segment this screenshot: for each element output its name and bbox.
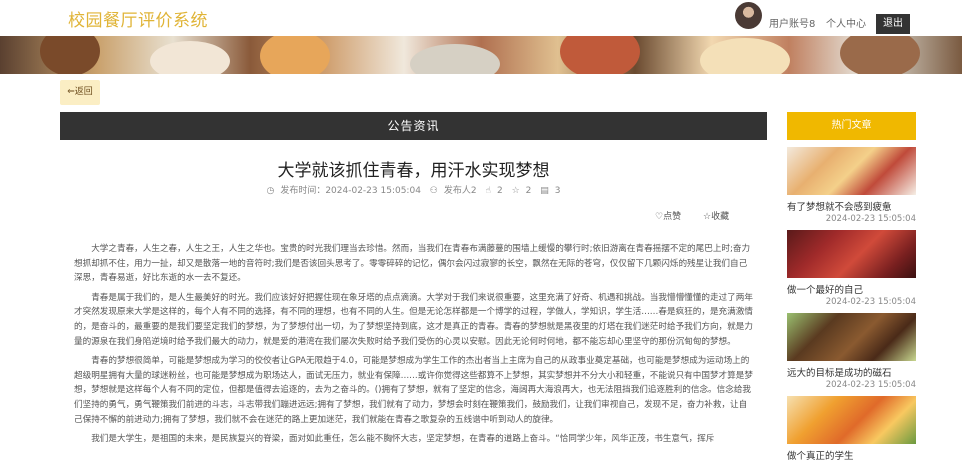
- hot-article-item[interactable]: 做一个最好的自己 2024-02-23 15:05:04: [787, 230, 916, 307]
- hot-article-date: 2024-02-23 15:05:04: [825, 380, 916, 390]
- article-paragraph: 青春是属于我们的，是人生最美好的时光。我们应该好好把握住现在象牙塔的点点滴滴。大…: [74, 292, 753, 347]
- hot-article-image[interactable]: [787, 147, 916, 195]
- hot-article-image[interactable]: [787, 230, 916, 278]
- hot-article-title[interactable]: 远大的目标是成功的磁石: [787, 365, 916, 379]
- banner-food-shape: [560, 36, 640, 74]
- hot-article-image[interactable]: [787, 396, 916, 444]
- hot-article-date: 2024-02-23 15:05:04: [825, 214, 916, 224]
- collect-button[interactable]: ☆收藏: [703, 209, 729, 222]
- hot-article-item[interactable]: 有了梦想就不会感到疲惫 2024-02-23 15:05:04: [787, 147, 916, 224]
- heart-icon: ♡: [655, 212, 664, 222]
- hot-article-title[interactable]: 做个真正的学生: [787, 448, 916, 462]
- user-account-link[interactable]: 用户账号8: [769, 15, 815, 30]
- banner-food-shape: [700, 38, 790, 74]
- hot-article-item[interactable]: 做个真正的学生: [787, 396, 916, 463]
- hot-article-date: 2024-02-23 15:05:04: [825, 297, 916, 307]
- publisher: 发布人2: [443, 186, 477, 196]
- hot-article-title[interactable]: 有了梦想就不会感到疲惫: [787, 199, 916, 213]
- article-content: 大学之青春，人生之春，人生之王，人生之华也。宝贵的时光我们理当去珍惜。然而，当我…: [74, 242, 754, 452]
- site-title[interactable]: 校园餐厅评价系统: [68, 6, 208, 31]
- collect-label: 收藏: [711, 212, 730, 222]
- star-icon: ☆: [703, 212, 712, 222]
- banner-food-shape: [840, 36, 920, 74]
- comment-count: 3: [554, 186, 561, 196]
- thumb-icon: ☝: [485, 186, 491, 196]
- banner-food-shape: [410, 44, 500, 74]
- back-button[interactable]: ⇐返回: [60, 80, 100, 105]
- like-button[interactable]: ♡点赞: [655, 209, 681, 222]
- hot-article-image[interactable]: [787, 313, 916, 361]
- logout-button[interactable]: 退出: [876, 14, 910, 34]
- section-header: 公告资讯: [60, 112, 767, 140]
- user-icon: ⚇: [429, 186, 438, 196]
- comment-icon: ▤: [540, 186, 549, 196]
- like-count: 2: [496, 186, 503, 196]
- avatar[interactable]: [735, 2, 762, 29]
- clock-icon: ◷: [266, 186, 275, 196]
- article-title: 大学就该抓住青春，用汗水实现梦想: [277, 161, 550, 181]
- star-icon: ☆: [511, 186, 520, 196]
- banner-food-shape: [150, 41, 230, 74]
- favorite-count: 2: [525, 186, 532, 196]
- article-paragraph: 我们是大学生，是祖国的未来，是民族复兴的脊梁，面对如此重任，怎么能不胸怀大志，坚…: [91, 434, 715, 445]
- publish-time: 发布时间：2024-02-23 15:05:04: [280, 186, 421, 196]
- hot-article-item[interactable]: 远大的目标是成功的磁石 2024-02-23 15:05:04: [787, 313, 916, 390]
- article-meta: ◷ 发布时间：2024-02-23 15:05:04 ⚇ 发布人2 ☝ 2 ☆ 2 ▤ 3: [60, 183, 767, 196]
- food-banner: [0, 36, 962, 74]
- personal-center-link[interactable]: 个人中心: [826, 15, 866, 30]
- top-bar: 校园餐厅评价系统 用户账号8 个人中心 退出: [0, 0, 962, 36]
- like-label: 点赞: [663, 212, 682, 222]
- hot-article-title[interactable]: 做一个最好的自己: [787, 282, 916, 296]
- banner-food-shape: [260, 36, 330, 74]
- article-paragraph: 大学之青春，人生之春，人生之王，人生之华也。宝贵的时光我们理当去珍惜。然而，当我…: [74, 244, 751, 284]
- article-paragraph: 青春的梦想很简单，可能是梦想成为学习的佼佼者让GPA无限趋于4.0，可能是梦想成…: [74, 356, 753, 425]
- hot-articles-header: 热门文章: [787, 112, 916, 140]
- banner-food-shape: [40, 36, 100, 74]
